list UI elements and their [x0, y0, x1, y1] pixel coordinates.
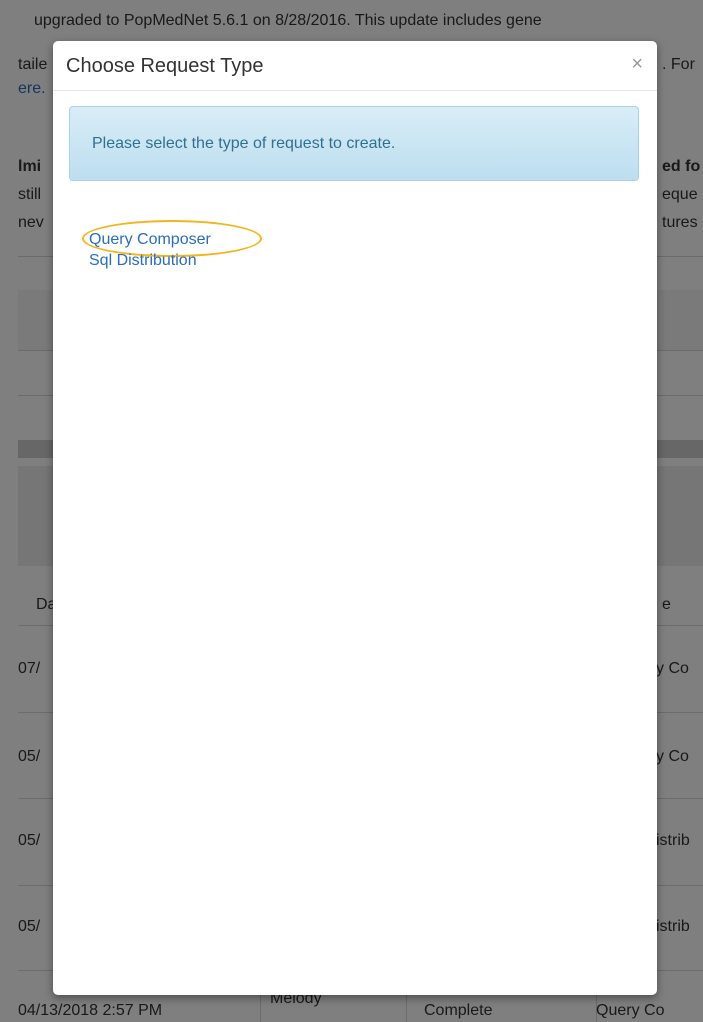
dialog-title: Choose Request Type	[66, 55, 264, 77]
choose-request-type-dialog: Choose Request Type × Please select the …	[53, 41, 657, 995]
dialog-header: Choose Request Type ×	[53, 41, 657, 91]
info-alert: Please select the type of request to cre…	[69, 106, 639, 181]
alert-message: Please select the type of request to cre…	[92, 135, 396, 152]
request-type-query-composer[interactable]: Query Composer	[82, 220, 262, 257]
request-type-sql-distribution[interactable]: Sql Distribution	[89, 250, 211, 271]
request-type-label: Query Composer	[89, 231, 211, 248]
request-type-label: Sql Distribution	[89, 252, 197, 269]
request-type-list: Query Composer Sql Distribution	[82, 220, 262, 271]
close-icon[interactable]: ×	[631, 53, 643, 75]
